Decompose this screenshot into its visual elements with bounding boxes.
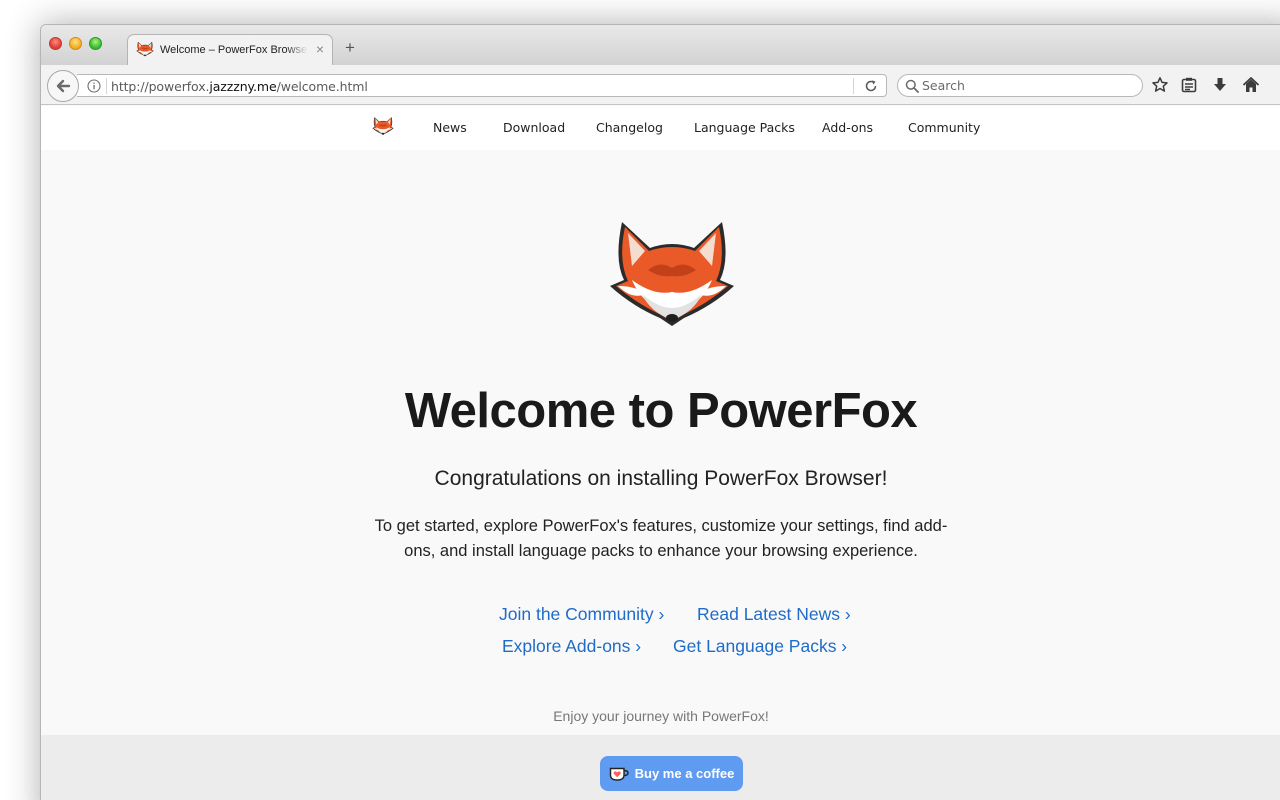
url-path: /welcome.html bbox=[276, 79, 368, 94]
join-community-link[interactable]: Join the Community › bbox=[499, 604, 664, 625]
page-description: To get started, explore PowerFox's featu… bbox=[374, 517, 948, 560]
back-arrow-icon bbox=[56, 79, 71, 93]
tab-welcome[interactable]: Welcome – PowerFox Browser × bbox=[127, 34, 333, 66]
back-button[interactable] bbox=[47, 70, 79, 102]
tab-title: Welcome – PowerFox Browser bbox=[160, 44, 308, 56]
info-icon[interactable] bbox=[87, 79, 101, 93]
fox-logo-icon[interactable] bbox=[372, 116, 394, 136]
page-title: Welcome to PowerFox bbox=[404, 384, 918, 438]
buy-me-a-coffee-label: Buy me a coffee bbox=[634, 766, 735, 781]
nav-link-community[interactable]: Community bbox=[908, 120, 980, 135]
minimize-window-button[interactable] bbox=[69, 37, 82, 50]
close-window-button[interactable] bbox=[49, 37, 62, 50]
new-tab-button[interactable]: + bbox=[345, 39, 355, 56]
url-domain: jazzzny.me bbox=[209, 79, 277, 94]
tab-strip: Welcome – PowerFox Browser × + bbox=[41, 25, 1280, 66]
page-subtitle: Congratulations on installing PowerFox B… bbox=[434, 467, 888, 490]
nav-link-language-packs[interactable]: Language Packs bbox=[694, 120, 795, 135]
buy-me-a-coffee-button[interactable]: Buy me a coffee bbox=[600, 756, 743, 791]
home-icon[interactable] bbox=[1242, 76, 1260, 94]
footer-note: Enjoy your journey with PowerFox! bbox=[553, 708, 769, 724]
fox-icon bbox=[136, 41, 154, 57]
url-prefix: http://powerfox. bbox=[111, 79, 210, 94]
url-separator bbox=[106, 78, 107, 94]
star-icon[interactable] bbox=[1151, 76, 1169, 94]
explore-add-ons-link[interactable]: Explore Add-ons › bbox=[502, 636, 641, 657]
search-icon bbox=[905, 79, 919, 93]
download-icon[interactable] bbox=[1211, 76, 1229, 94]
navigation-toolbar: http://powerfox.jazzzny.me/welcome.html bbox=[41, 65, 1280, 105]
browser-window: Welcome – PowerFox Browser × + http://po… bbox=[40, 24, 1280, 800]
site-navigation: News Download Changelog Language Packs A… bbox=[41, 106, 1280, 150]
search-input[interactable] bbox=[922, 77, 1132, 94]
reading-list-icon[interactable] bbox=[1180, 76, 1198, 94]
welcome-content: Welcome to PowerFox Congratulations on i… bbox=[41, 150, 1280, 735]
get-language-packs-link[interactable]: Get Language Packs › bbox=[673, 636, 847, 657]
search-bar[interactable] bbox=[897, 74, 1143, 97]
coffee-cup-icon bbox=[609, 767, 629, 781]
reload-separator bbox=[853, 78, 854, 94]
nav-link-add-ons[interactable]: Add-ons bbox=[822, 120, 873, 135]
zoom-window-button[interactable] bbox=[89, 37, 102, 50]
read-latest-news-link[interactable]: Read Latest News › bbox=[697, 604, 851, 625]
reload-icon[interactable] bbox=[864, 79, 878, 93]
fox-hero-icon bbox=[608, 220, 736, 328]
nav-link-news[interactable]: News bbox=[433, 120, 467, 135]
nav-link-changelog[interactable]: Changelog bbox=[596, 120, 663, 135]
url-text[interactable]: http://powerfox.jazzzny.me/welcome.html bbox=[111, 79, 368, 94]
nav-link-download[interactable]: Download bbox=[503, 120, 565, 135]
close-tab-icon[interactable]: × bbox=[316, 41, 324, 57]
footer-band: Buy me a coffee bbox=[41, 735, 1280, 800]
url-bar[interactable]: http://powerfox.jazzzny.me/welcome.html bbox=[77, 74, 887, 97]
